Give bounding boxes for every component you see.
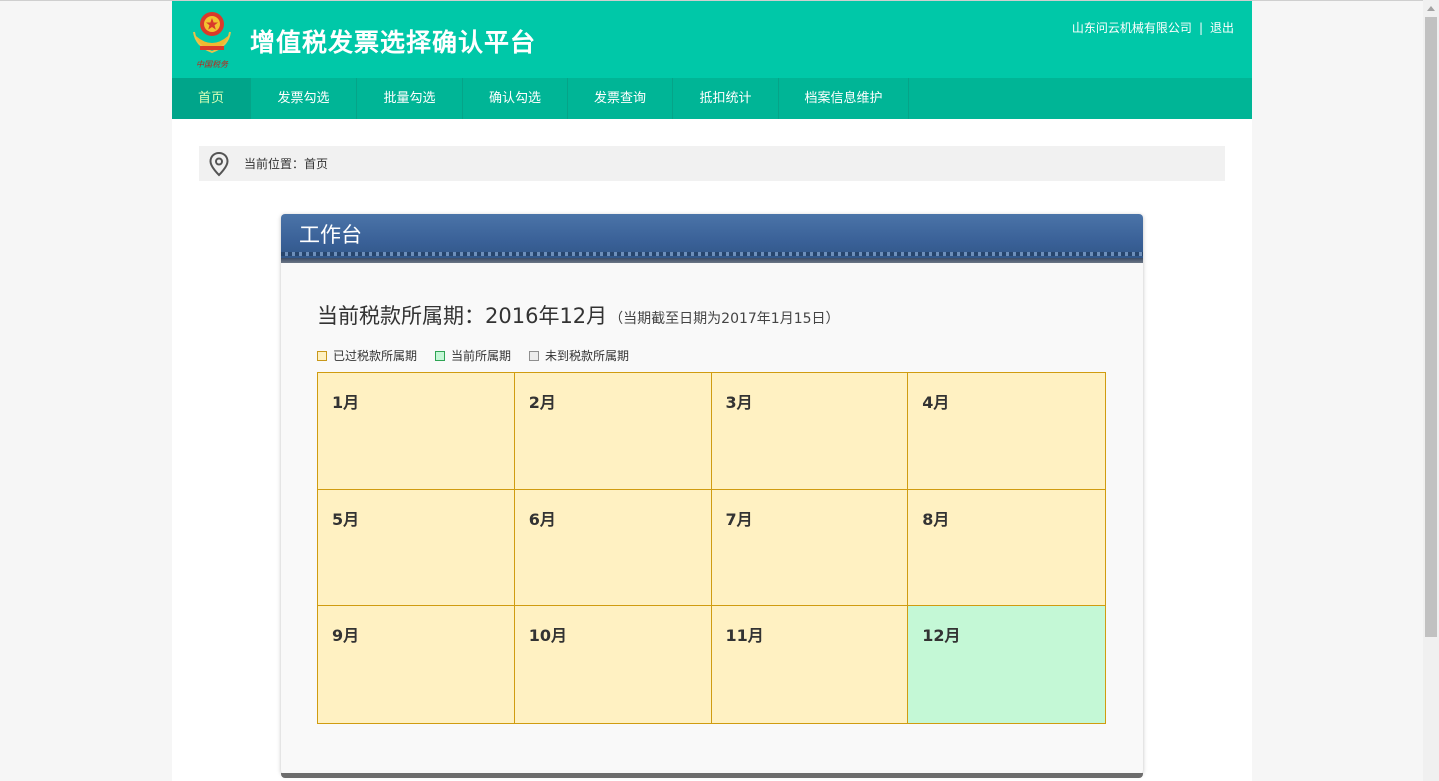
- month-label: 3月: [725, 393, 753, 412]
- month-label: 1月: [332, 393, 360, 412]
- month-cell-10[interactable]: 10月: [514, 606, 712, 723]
- month-cell-11[interactable]: 11月: [711, 606, 909, 723]
- user-separator: |: [1198, 21, 1203, 35]
- month-label: 2月: [528, 393, 556, 412]
- nav-invoice-select[interactable]: 发票勾选: [251, 78, 357, 119]
- month-label: 7月: [725, 509, 753, 529]
- legend-current-label: 当前所属期: [451, 349, 512, 363]
- breadcrumb: 当前位置：首页: [199, 146, 1225, 181]
- month-cell-4[interactable]: 4月: [908, 373, 1105, 490]
- legend-past-swatch: [317, 350, 327, 361]
- nav-invoice-query[interactable]: 发票查询: [568, 78, 673, 119]
- header-shadow-strip: [281, 258, 1143, 263]
- tax-period: 当前税款所属期：2016年12月 （当期截至日期为2017年1月15日）: [317, 300, 840, 330]
- period-deadline-note: （当期截至日期为2017年1月15日）: [609, 311, 840, 327]
- nav-deduction-stats[interactable]: 抵扣统计: [673, 78, 779, 119]
- month-cell-6[interactable]: 6月: [514, 489, 712, 607]
- month-label: 12月: [922, 626, 961, 646]
- legend-future-swatch: [529, 350, 540, 361]
- scroll-thumb[interactable]: [1425, 17, 1437, 637]
- workbench-header: 工作台: [281, 214, 1143, 263]
- legend-past: 已过税款所属期: [317, 347, 417, 364]
- month-label: 5月: [332, 509, 360, 529]
- tax-emblem-icon: 中国税务: [193, 12, 231, 69]
- nav-archive-maintenance[interactable]: 档案信息维护: [779, 78, 909, 119]
- workbench-title: 工作台: [299, 223, 362, 247]
- legend-future: 未到税款所属期: [529, 347, 629, 364]
- month-cell-12[interactable]: 12月: [908, 606, 1105, 723]
- month-cell-9[interactable]: 9月: [318, 606, 515, 723]
- scroll-up-arrow-icon[interactable]: [1427, 6, 1435, 11]
- user-area: 山东问云机械有限公司 | 退出: [1072, 19, 1234, 36]
- month-cell-5[interactable]: 5月: [318, 489, 515, 607]
- workbench-bottom-edge: [281, 773, 1143, 778]
- month-cell-8[interactable]: 8月: [908, 489, 1105, 607]
- month-label: 8月: [922, 509, 950, 529]
- month-label: 10月: [528, 626, 568, 646]
- workbench-panel: 工作台 当前税款所属期：2016年12月 （当期截至日期为2017年1月15日） …: [281, 214, 1143, 778]
- nav-batch-select[interactable]: 批量勾选: [357, 78, 463, 119]
- legend-past-label: 已过税款所属期: [333, 349, 418, 363]
- month-label: 4月: [922, 393, 950, 412]
- month-cell-7[interactable]: 7月: [711, 489, 909, 607]
- month-cell-2[interactable]: 2月: [514, 373, 712, 490]
- current-tax-period: 当前税款所属期：2016年12月: [317, 304, 608, 328]
- month-cell-1[interactable]: 1月: [318, 373, 515, 490]
- logout-link[interactable]: 退出: [1210, 21, 1234, 35]
- nav-confirm-select[interactable]: 确认勾选: [463, 78, 568, 119]
- header-stitch-decoration: [281, 252, 1143, 256]
- site-title: 增值税发票选择确认平台: [250, 28, 537, 57]
- vertical-scrollbar[interactable]: [1423, 0, 1439, 781]
- month-label: 6月: [528, 509, 556, 529]
- svg-text:中国税务: 中国税务: [196, 60, 229, 69]
- breadcrumb-text: 当前位置：首页: [244, 157, 329, 171]
- period-legend: 已过税款所属期 当前所属期 未到税款所属期: [317, 347, 647, 364]
- legend-current-swatch: [435, 350, 446, 361]
- page-container: 中国税务 增值税发票选择确认平台 山东问云机械有限公司 | 退出 首页 发票勾选 批…: [172, 1, 1252, 781]
- month-grid: 1月 2月 3月 4月 5月 6月 7月 8月 9月 10月 11月 12月: [317, 372, 1106, 724]
- legend-current: 当前所属期: [435, 347, 511, 364]
- month-label: 9月: [332, 626, 360, 646]
- company-name: 山东问云机械有限公司: [1071, 21, 1192, 35]
- nav-home[interactable]: 首页: [172, 78, 251, 119]
- month-label: 11月: [725, 626, 764, 646]
- header-bar: 中国税务 增值税发票选择确认平台 山东问云机械有限公司 | 退出: [172, 1, 1252, 78]
- main-nav: 首页 发票勾选 批量勾选 确认勾选 发票查询 抵扣统计 档案信息维护: [172, 78, 1252, 119]
- legend-future-label: 未到税款所属期: [545, 349, 630, 363]
- location-pin-icon: [209, 151, 229, 177]
- month-cell-3[interactable]: 3月: [711, 373, 909, 490]
